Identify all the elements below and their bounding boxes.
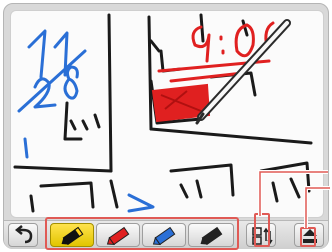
map-mark xyxy=(149,39,161,53)
map-mark xyxy=(109,179,119,209)
date-slash xyxy=(17,49,87,113)
stylus xyxy=(195,19,291,125)
building-outline xyxy=(169,163,235,197)
date-digit xyxy=(27,29,47,79)
map-road-line xyxy=(147,15,153,131)
building-outline xyxy=(63,101,83,141)
undo-button[interactable] xyxy=(8,223,38,247)
time-colon xyxy=(219,35,225,55)
map-mark xyxy=(127,193,155,213)
map-mark xyxy=(23,137,29,159)
undo-arrow-icon xyxy=(14,225,33,244)
building-outline xyxy=(69,113,101,131)
map-mark xyxy=(29,194,35,213)
building-outline xyxy=(39,181,95,209)
map-road-line xyxy=(149,127,313,145)
scroll-highlight xyxy=(300,227,316,247)
map-road-line xyxy=(13,165,113,173)
pen-tools-highlight xyxy=(45,217,239,250)
building-outline xyxy=(179,179,203,199)
date-digit xyxy=(63,65,79,100)
map-road-line xyxy=(107,13,113,173)
